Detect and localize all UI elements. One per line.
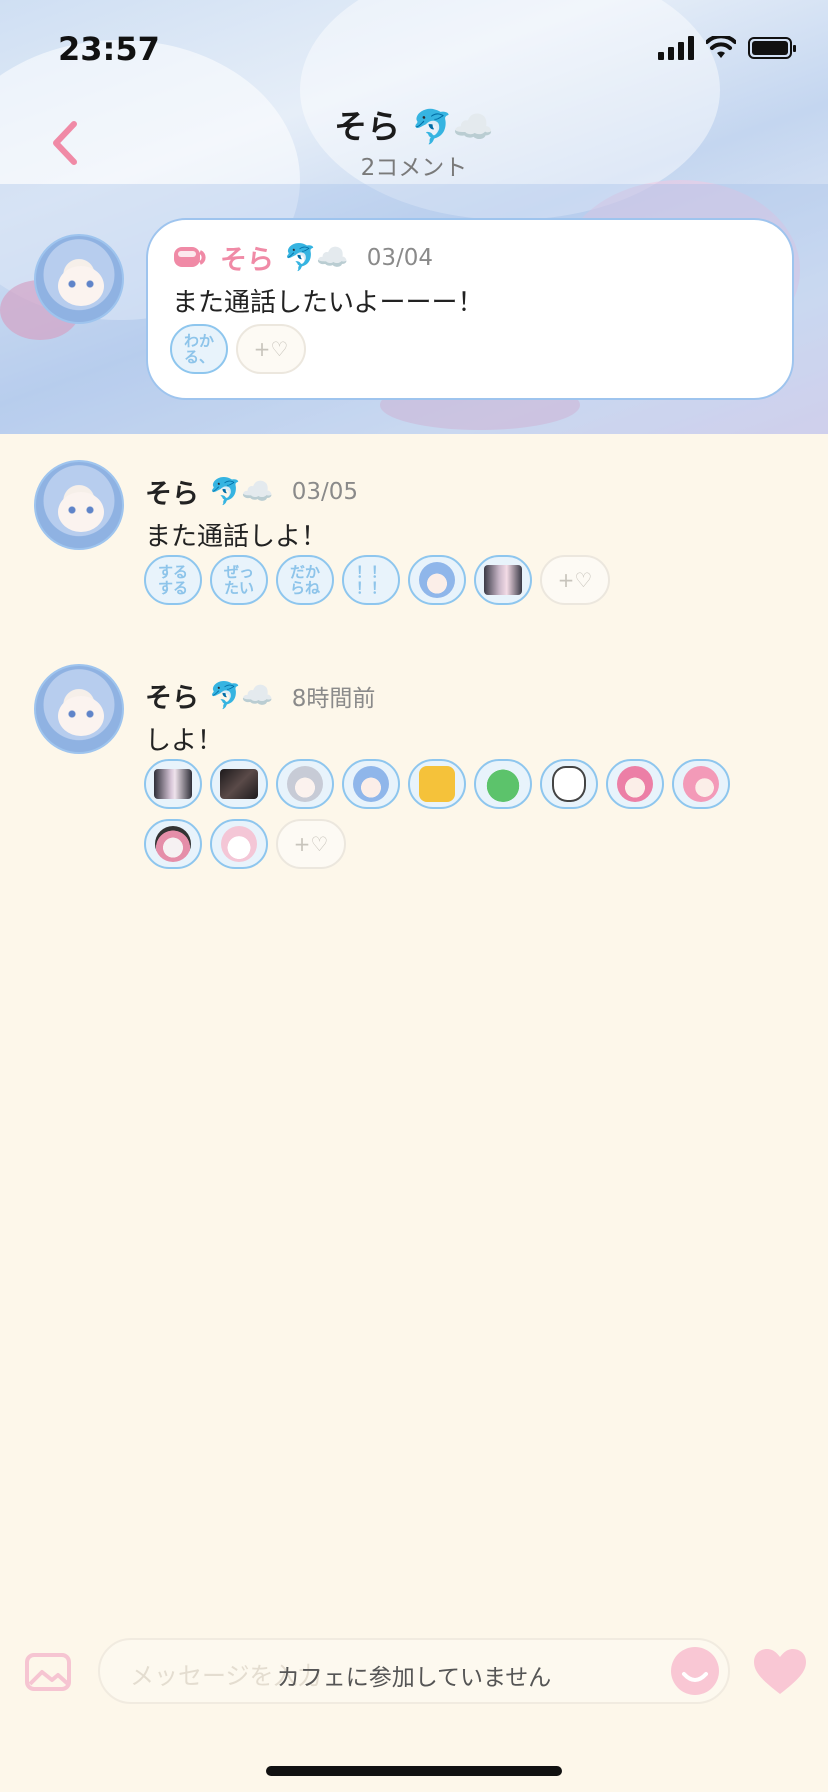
- comment-text: しよ！: [145, 726, 224, 756]
- reaction-chip[interactable]: [408, 555, 466, 605]
- reaction-chip[interactable]: [606, 759, 664, 809]
- comment-header: そら 🐬☁️ 03/05: [145, 472, 358, 511]
- photo-sticker-icon: [484, 565, 522, 595]
- pink-heart-character-sticker-icon: [683, 766, 719, 802]
- cafe-cup-icon: [174, 246, 206, 267]
- reaction-chip[interactable]: [210, 759, 268, 809]
- reaction-chip[interactable]: ぜっ たい: [210, 555, 268, 605]
- comment-text: また通話したいよーーー！: [172, 288, 484, 318]
- reaction-chip[interactable]: [144, 759, 202, 809]
- silver-hair-character-sticker-icon: [287, 766, 323, 802]
- add-reaction-button[interactable]: +♡: [276, 819, 346, 869]
- reaction-label: ！！ ！！: [355, 563, 386, 597]
- comment-header: そら 🐬☁️ 8時間前: [145, 676, 375, 715]
- add-reaction-label: +♡: [253, 337, 289, 361]
- avatar[interactable]: [34, 234, 124, 324]
- white-hair-heart-sticker-icon: [221, 826, 257, 862]
- blue-hair-character-sticker-icon: [353, 766, 389, 802]
- wifi-icon: [706, 36, 736, 58]
- reaction-chip[interactable]: [474, 555, 532, 605]
- add-reaction-button[interactable]: +♡: [540, 555, 610, 605]
- pink-bear-character-sticker-icon: [155, 826, 191, 862]
- page-title: そら 🐬☁️: [334, 107, 494, 146]
- reaction-chip[interactable]: [540, 759, 598, 809]
- not-joined-notice: カフェに参加していません: [276, 1665, 552, 1691]
- yellow-cat-sticker-icon: [419, 766, 455, 802]
- battery-icon: [748, 37, 796, 59]
- reaction-chip[interactable]: [474, 759, 532, 809]
- reaction-chip[interactable]: [276, 759, 334, 809]
- white-cat-sticker-icon: [552, 766, 586, 802]
- reaction-chip[interactable]: わか る、: [170, 324, 228, 374]
- add-reaction-label: +♡: [293, 832, 329, 856]
- reaction-chip[interactable]: [210, 819, 268, 869]
- status-bar: 23:57: [0, 0, 828, 100]
- author-emoji: 🐬☁️: [209, 476, 274, 507]
- reaction-chip[interactable]: ！！ ！！: [342, 555, 400, 605]
- reaction-chip[interactable]: だか らね: [276, 555, 334, 605]
- reaction-list: わか る、 +♡: [170, 324, 306, 374]
- comment-text: また通話しよ！: [145, 522, 328, 552]
- reaction-list: +♡: [144, 759, 764, 869]
- pink-hair-character-sticker-icon: [617, 766, 653, 802]
- author-emoji: 🐬☁️: [284, 242, 349, 273]
- comment-author[interactable]: そら: [145, 472, 199, 511]
- comment-author[interactable]: そら: [145, 676, 199, 715]
- reaction-chip[interactable]: する する: [144, 555, 202, 605]
- author-emoji: 🐬☁️: [209, 680, 274, 711]
- add-reaction-label: +♡: [557, 568, 593, 592]
- photo-sticker-icon: [154, 769, 192, 799]
- avatar[interactable]: [34, 664, 124, 754]
- reaction-chip[interactable]: [342, 759, 400, 809]
- blue-hair-character-sticker-icon: [419, 562, 455, 598]
- reaction-chip[interactable]: [408, 759, 466, 809]
- home-indicator: [266, 1766, 562, 1776]
- reaction-label: ぜっ たい: [223, 563, 254, 597]
- comment-header: そら 🐬☁️ 03/04: [172, 238, 433, 277]
- comment-date: 03/04: [366, 244, 434, 271]
- green-frog-sticker-icon: [485, 766, 521, 802]
- reaction-label: する する: [157, 563, 188, 597]
- avatar[interactable]: [34, 460, 124, 550]
- comment-author[interactable]: そら: [220, 238, 274, 277]
- reaction-label: わか る、: [183, 332, 214, 366]
- signal-icon: [658, 36, 694, 60]
- reaction-label: だか らね: [289, 563, 320, 597]
- comment-count: 2コメント: [360, 155, 468, 181]
- add-reaction-button[interactable]: +♡: [236, 324, 306, 374]
- status-time: 23:57: [58, 30, 160, 68]
- comment-date: 03/05: [291, 478, 359, 505]
- reaction-chip[interactable]: [144, 819, 202, 869]
- reaction-list: する する ぜっ たい だか らね ！！ ！！ +♡: [144, 555, 610, 605]
- dark-photo-sticker-icon: [220, 769, 258, 799]
- comment-date: 8時間前: [291, 685, 376, 712]
- reaction-chip[interactable]: [672, 759, 730, 809]
